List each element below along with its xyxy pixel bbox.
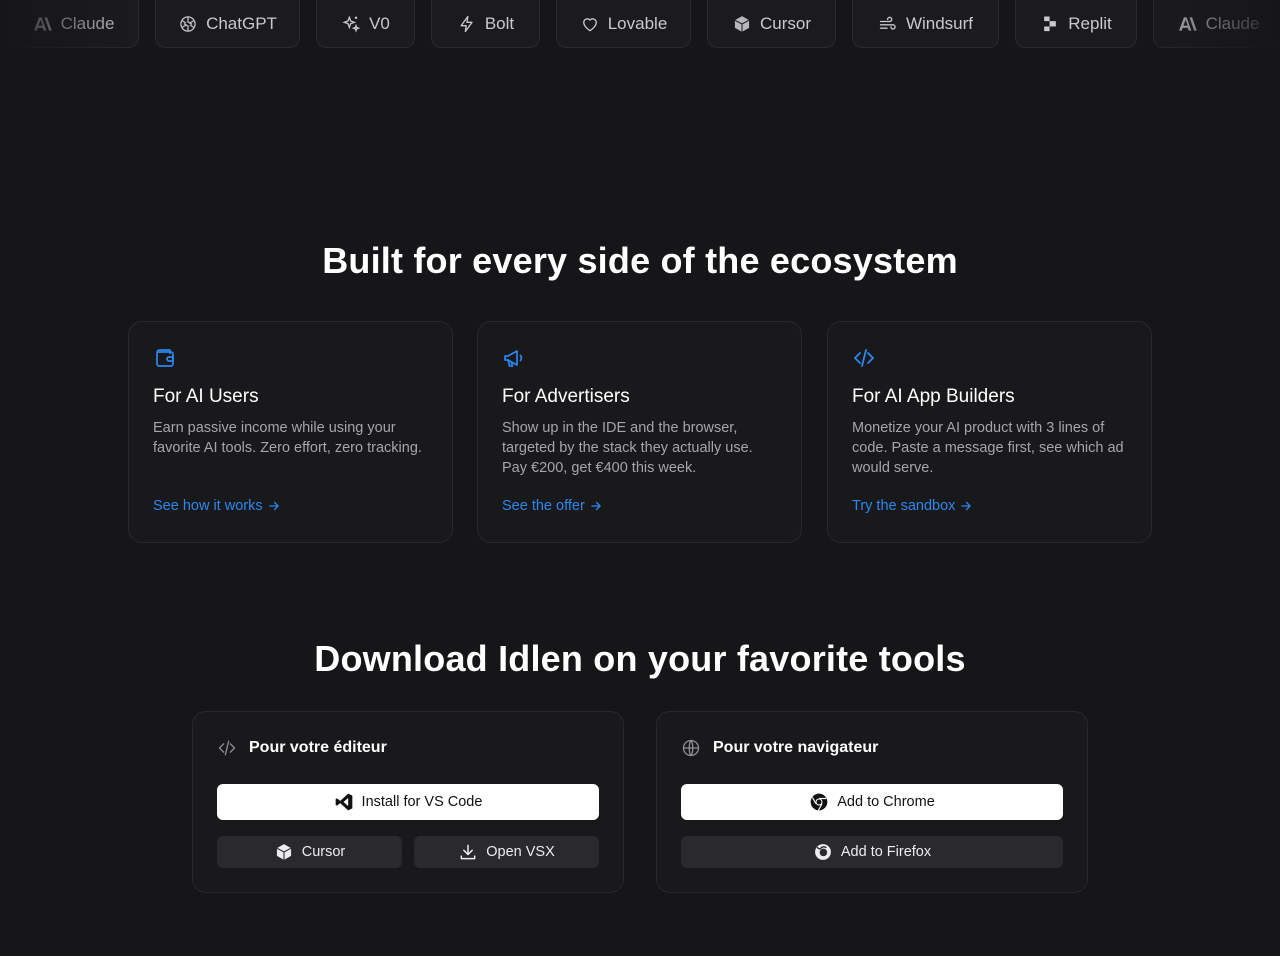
cursor-download-label: Cursor: [301, 844, 346, 860]
browser-download-panel: Pour votre navigateur Add to Chrome Add …: [656, 711, 1088, 893]
open-vsx-button[interactable]: Open VSX: [414, 836, 599, 868]
code-icon: [218, 740, 236, 756]
add-to-chrome-label: Add to Chrome: [837, 794, 935, 810]
editor-panel-heading: Pour votre éditeur: [217, 736, 599, 760]
tool-chip-bolt[interactable]: Bolt: [431, 0, 540, 48]
wallet-icon: [153, 346, 177, 370]
replit-icon: [1044, 16, 1057, 31]
tool-chip-label: Bolt: [484, 13, 515, 33]
card-ai-app-builders: For AI App Builders Monetize your AI pro…: [827, 321, 1152, 543]
card-description: Earn passive income while using your fav…: [153, 420, 422, 456]
tool-chip-windsurf[interactable]: Windsurf: [852, 0, 999, 48]
try-the-sandbox-link[interactable]: Try the sandbox: [852, 498, 973, 514]
tool-chip-label: Claude: [60, 13, 115, 33]
cursor-download-button[interactable]: Cursor: [217, 836, 402, 868]
card-link-label: See how it works: [153, 498, 263, 514]
card-link-label: Try the sandbox: [852, 498, 956, 514]
see-how-it-works-link[interactable]: See how it works: [153, 498, 281, 514]
anthropic-icon: [33, 16, 52, 31]
add-to-firefox-button[interactable]: Add to Firefox: [681, 836, 1063, 868]
megaphone-icon: [502, 346, 526, 370]
see-the-offer-link[interactable]: See the offer: [502, 498, 603, 514]
firefox-icon: [814, 844, 831, 860]
tool-chip-label: ChatGPT: [206, 13, 277, 33]
editor-panel-heading-label: Pour votre éditeur: [249, 739, 387, 756]
card-description: Monetize your AI product with 3 lines of…: [852, 420, 1124, 476]
open-vsx-label: Open VSX: [486, 844, 555, 860]
card-description: Show up in the IDE and the browser, targ…: [502, 420, 753, 476]
arrow-right-icon: [591, 501, 601, 511]
cube-icon: [734, 15, 750, 32]
tool-chip-label: Lovable: [607, 13, 668, 33]
download-icon: [460, 844, 476, 860]
tool-chip-claude-repeat[interactable]: Claude: [1153, 0, 1280, 48]
tool-chip-label: Windsurf: [905, 13, 974, 33]
install-vscode-label: Install for VS Code: [361, 794, 483, 810]
bolt-icon: [460, 15, 473, 32]
globe-icon: [682, 739, 700, 757]
arrow-right-icon: [268, 501, 279, 511]
download-title: Download Idlen on your favorite tools: [314, 638, 966, 679]
code-icon: [852, 346, 876, 370]
tool-chip-label: Replit: [1068, 13, 1112, 33]
openai-icon: [180, 15, 196, 32]
card-title: For AI Users: [153, 386, 259, 407]
tool-chip-label: Claude: [1205, 13, 1260, 33]
tool-chip-claude[interactable]: Claude: [8, 0, 139, 48]
ecosystem-title: Built for every side of the ecosystem: [322, 240, 958, 281]
wind-icon: [879, 16, 896, 30]
card-ai-users: For AI Users Earn passive income while u…: [128, 321, 453, 543]
tool-chip-lovable[interactable]: Lovable: [556, 0, 691, 48]
anthropic-icon: [1178, 16, 1197, 31]
ai-tool-marquee: Claude ChatGPT V0 Bolt Lovable Cursor Wi…: [0, 0, 1280, 48]
install-vscode-button[interactable]: Install for VS Code: [217, 784, 599, 820]
tool-chip-v0[interactable]: V0: [316, 0, 415, 48]
tool-chip-replit[interactable]: Replit: [1015, 0, 1137, 48]
add-to-firefox-label: Add to Firefox: [840, 844, 932, 860]
arrow-right-icon: [961, 501, 972, 511]
cube-icon: [276, 844, 292, 860]
browser-panel-heading: Pour votre navigateur: [681, 736, 1063, 760]
editor-download-panel: Pour votre éditeur Install for VS Code C…: [192, 711, 624, 893]
card-advertisers: For Advertisers Show up in the IDE and t…: [477, 321, 802, 543]
vscode-icon: [335, 793, 352, 811]
heart-icon: [582, 17, 597, 31]
browser-panel-heading-label: Pour votre navigateur: [713, 739, 879, 756]
add-to-chrome-button[interactable]: Add to Chrome: [681, 784, 1063, 820]
card-title: For AI App Builders: [852, 386, 1015, 407]
chrome-icon: [810, 793, 828, 811]
tool-chip-cursor[interactable]: Cursor: [707, 0, 836, 48]
card-link-label: See the offer: [502, 498, 585, 514]
tool-chip-label: Cursor: [759, 13, 811, 33]
tool-chip-chatgpt[interactable]: ChatGPT: [155, 0, 300, 48]
card-title: For Advertisers: [502, 386, 630, 407]
tool-chip-label: V0: [369, 13, 390, 33]
sparkles-icon: [342, 14, 361, 33]
